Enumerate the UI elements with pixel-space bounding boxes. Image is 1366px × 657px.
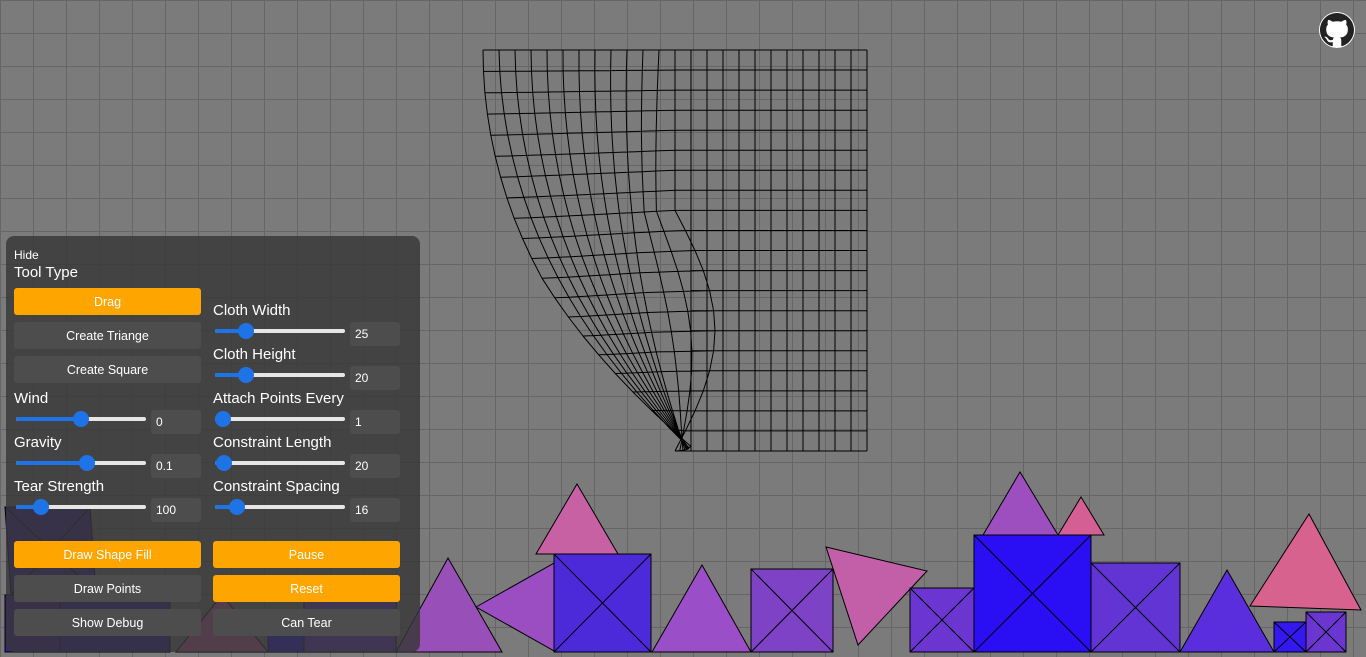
constraint-spacing-value[interactable]: 16 <box>350 498 400 522</box>
cloth-height-label: Cloth Height <box>213 346 296 363</box>
constraint-spacing-slider[interactable] <box>215 499 345 515</box>
square-body <box>1273 621 1307 653</box>
attach-points-label: Attach Points Every <box>213 390 344 407</box>
reset-button[interactable]: Reset <box>213 575 400 602</box>
square-body <box>1305 611 1347 653</box>
show-debug-button[interactable]: Show Debug <box>14 609 201 636</box>
can-tear-button[interactable]: Can Tear <box>213 609 400 636</box>
constraint-length-value[interactable]: 20 <box>350 454 400 478</box>
triangle-body <box>535 483 619 555</box>
attach-points-value[interactable]: 1 <box>350 410 400 434</box>
square-body <box>1090 562 1181 653</box>
attach-points-slider[interactable] <box>215 411 345 427</box>
triangle-body <box>982 471 1059 536</box>
control-panel: Hide Tool Type Drag Create Triange Creat… <box>6 236 420 652</box>
pause-button[interactable]: Pause <box>213 541 400 568</box>
square-body <box>553 553 652 653</box>
constraint-length-slider[interactable] <box>215 455 345 471</box>
tear-strength-value[interactable]: 100 <box>151 498 201 522</box>
github-link[interactable] <box>1319 12 1355 48</box>
tool-create-square-button[interactable]: Create Square <box>14 356 201 383</box>
cloth-height-slider[interactable] <box>215 367 345 383</box>
constraint-length-label: Constraint Length <box>213 434 332 451</box>
wind-slider[interactable] <box>16 411 146 427</box>
draw-points-button[interactable]: Draw Points <box>14 575 201 602</box>
square-body <box>973 534 1092 653</box>
square-body <box>750 568 834 653</box>
constraint-spacing-label: Constraint Spacing <box>213 478 340 495</box>
cloth-height-value[interactable]: 20 <box>350 366 400 390</box>
wind-value[interactable]: 0 <box>151 410 201 434</box>
cloth-mesh[interactable] <box>482 49 868 452</box>
hide-panel-link[interactable]: Hide <box>14 248 39 262</box>
triangle-body <box>1179 568 1275 653</box>
tool-type-title: Tool Type <box>14 264 78 281</box>
gravity-label: Gravity <box>14 434 62 451</box>
tool-drag-button[interactable]: Drag <box>14 288 201 315</box>
triangle-body <box>1249 513 1362 611</box>
tear-strength-slider[interactable] <box>16 499 146 515</box>
gravity-slider[interactable] <box>16 455 146 471</box>
draw-shape-fill-button[interactable]: Draw Shape Fill <box>14 541 201 568</box>
cloth-width-label: Cloth Width <box>213 302 291 319</box>
cloth-constraints <box>482 49 868 452</box>
tool-create-triangle-button[interactable]: Create Triange <box>14 322 201 349</box>
gravity-value[interactable]: 0.1 <box>151 454 201 478</box>
triangle-body <box>651 563 752 653</box>
github-icon <box>1320 13 1354 47</box>
cloth-width-value[interactable]: 25 <box>350 322 400 346</box>
tear-strength-label: Tear Strength <box>14 478 105 495</box>
triangle-body <box>1057 496 1105 536</box>
cloth-width-slider[interactable] <box>215 323 345 339</box>
square-body <box>909 587 975 653</box>
wind-label: Wind <box>14 390 49 407</box>
